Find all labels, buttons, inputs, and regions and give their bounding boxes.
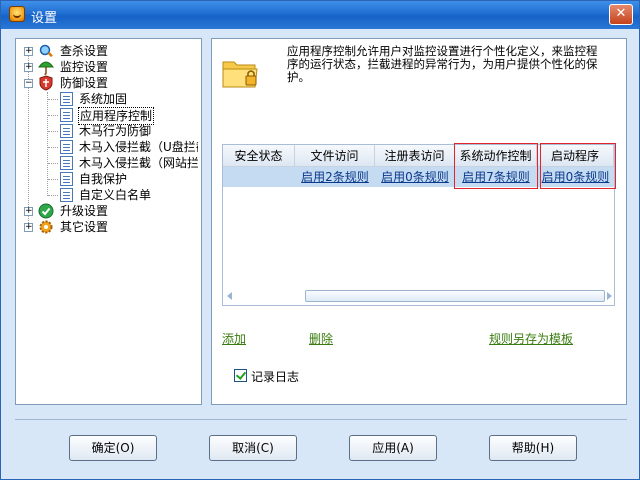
tree-item-label: 升级设置 [60,204,109,218]
apply-button[interactable]: 应用(A) [349,435,437,461]
gear-icon [39,220,53,234]
folder-lock-icon [222,61,258,88]
expand-icon[interactable]: + [24,47,33,56]
log-checkbox-label: 记录日志 [251,370,300,384]
column-file-access[interactable]: 文件访问 [295,145,375,167]
tree-item-label: 木马入侵拦截（网站拦 [79,156,198,170]
app-logo-icon [9,6,25,22]
title-bar[interactable]: 设置 ✕ [1,1,639,29]
settings-window: 设置 ✕ + 查杀设置 + 监控设置 − 防御设置 系统加固 应用程序控制 木马… [0,0,640,480]
tree-item-label: 系统加固 [79,92,128,106]
magnifier-icon [39,44,53,58]
tree-item-usb-intercept[interactable]: 木马入侵拦截（U盘拦截 [46,139,198,155]
help-button[interactable]: 帮助(H) [489,435,577,461]
tree-item-label: 防御设置 [60,76,109,90]
tree-item-label: 监控设置 [60,60,109,74]
document-icon [60,140,73,154]
delete-link[interactable]: 删除 [309,330,333,347]
divider [15,419,627,420]
log-checkbox[interactable] [234,369,247,382]
document-icon [60,108,73,122]
expand-icon[interactable]: + [24,223,33,232]
save-as-template-link[interactable]: 规则另存为模板 [489,330,573,347]
expand-icon[interactable]: + [24,63,33,72]
document-icon [60,92,73,106]
tree-item-label: 自定义白名单 [79,188,152,202]
ok-button[interactable]: 确定(O) [69,435,157,461]
cancel-button[interactable]: 取消(C) [209,435,297,461]
highlight-box [540,143,616,189]
cell-security-status [223,167,295,187]
tree-item-label: 木马入侵拦截（U盘拦截 [79,140,198,154]
tree-item-website-intercept[interactable]: 木马入侵拦截（网站拦 [46,155,198,171]
document-icon [60,124,73,138]
file-access-rules-link[interactable]: 启用2条规则 [295,167,375,187]
rules-list[interactable]: 安全状态 文件访问 注册表访问 系统动作控制 启动程序 启用2条规则 启用0条规… [222,143,616,306]
scroll-right-icon[interactable] [607,292,612,300]
horizontal-scrollbar[interactable] [225,288,612,304]
umbrella-icon [38,61,54,75]
update-check-icon [38,203,54,219]
add-link[interactable]: 添加 [222,330,246,347]
column-security-status[interactable]: 安全状态 [223,145,295,167]
registry-access-rules-link[interactable]: 启用0条规则 [375,167,455,187]
tree-item-label: 木马行为防御 [79,124,152,138]
column-registry-access[interactable]: 注册表访问 [375,145,455,167]
document-icon [60,188,73,202]
tree-item-label: 查杀设置 [60,44,109,58]
scroll-left-icon[interactable] [227,292,232,300]
expand-icon[interactable]: + [24,207,33,216]
close-button[interactable]: ✕ [609,4,633,25]
tree-item-label: 自我保护 [79,172,128,186]
settings-tree: + 查杀设置 + 监控设置 − 防御设置 系统加固 应用程序控制 木马行为防御 … [15,38,202,405]
document-icon [60,156,73,170]
highlight-box [454,143,538,189]
app-control-panel: 应用程序控制允许用户对监控设置进行个性化定义，来监控程序的运行状态，拦截进程的异… [211,38,627,405]
tree-item-label: 其它设置 [60,220,109,234]
collapse-icon[interactable]: − [24,79,33,88]
scroll-thumb[interactable] [305,290,605,302]
window-title: 设置 [31,11,58,26]
panel-description: 应用程序控制允许用户对监控设置进行个性化定义，来监控程序的运行状态，拦截进程的异… [287,44,598,84]
document-icon [60,172,73,186]
shield-icon [39,75,53,91]
